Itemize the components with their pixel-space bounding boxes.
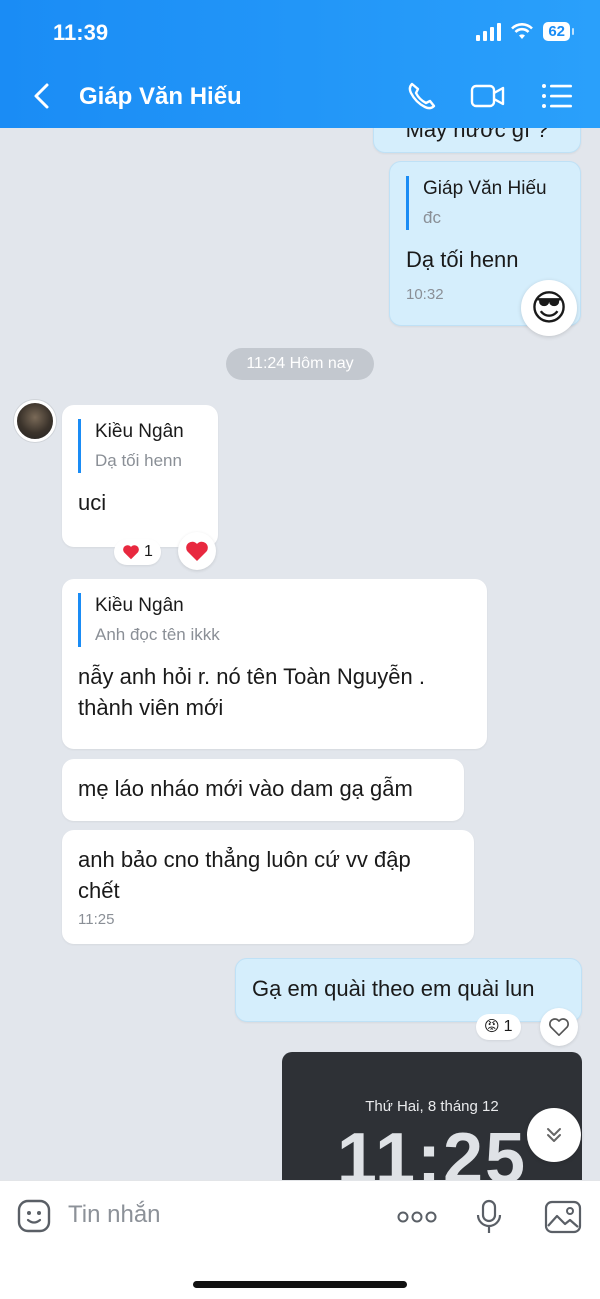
- status-time: 11:39: [53, 20, 109, 45]
- quote-text: Anh đọc tên ikkk: [95, 625, 220, 644]
- message-time: 11:25: [78, 911, 115, 928]
- heart-icon: [186, 541, 208, 561]
- battery-icon: 62: [543, 22, 574, 41]
- video-camera-icon[interactable]: [470, 80, 506, 112]
- list-menu-icon[interactable]: [540, 80, 576, 112]
- quote-text: đc: [423, 208, 441, 227]
- message-text: mẹ láo nháo mới vào dam gạ gẫm: [78, 776, 413, 801]
- reply-quote[interactable]: Kiều Ngân Dạ tối henn: [78, 419, 202, 473]
- microphone-icon[interactable]: [470, 1199, 508, 1235]
- date-separator: 11:24 Hôm nay: [226, 348, 374, 380]
- cellular-signal-icon: [476, 22, 502, 41]
- contact-name[interactable]: Giáp Văn Hiếu: [79, 83, 242, 111]
- message-outgoing-partial[interactable]: Mấy nước gì ?: [373, 128, 581, 153]
- message-text: uci: [78, 490, 107, 515]
- reply-quote[interactable]: Kiều Ngân Anh đọc tên ikkk: [78, 593, 471, 647]
- message-text-line: thành viên mới: [78, 695, 224, 720]
- reaction-summary[interactable]: 😡 1: [476, 1014, 521, 1040]
- message-incoming[interactable]: Kiều Ngân Anh đọc tên ikkk nẫy anh hỏi r…: [62, 579, 487, 749]
- phone-icon[interactable]: [404, 80, 440, 112]
- message-text: Dạ tối henn: [406, 247, 519, 272]
- heart-icon: [123, 545, 139, 560]
- quote-text: Dạ tối henn: [95, 451, 182, 470]
- chat-header: 11:39 62 Giáp Văn Hiếu: [0, 0, 600, 128]
- sunglasses-emoji-icon: 😎: [530, 287, 568, 328]
- message-incoming[interactable]: Kiều Ngân Dạ tối henn uci: [62, 405, 218, 547]
- avatar[interactable]: [14, 400, 56, 442]
- react-button[interactable]: [540, 1008, 578, 1046]
- chevron-left-icon[interactable]: [28, 80, 56, 112]
- reaction-badge[interactable]: 😎: [521, 280, 577, 336]
- message-incoming[interactable]: mẹ láo nháo mới vào dam gạ gẫm: [62, 759, 464, 821]
- scroll-to-bottom-button[interactable]: [527, 1108, 581, 1162]
- quote-author: Giáp Văn Hiếu: [423, 178, 547, 199]
- message-composer: Tin nhắn: [0, 1180, 600, 1299]
- react-button[interactable]: [178, 532, 216, 570]
- message-text-line: nẫy anh hỏi r. nó tên Toàn Nguyễn .: [78, 664, 425, 689]
- reply-quote[interactable]: Giáp Văn Hiếu đc: [406, 176, 564, 230]
- message-text: Gạ em quài theo em quài lun: [252, 976, 535, 1001]
- more-dots-icon[interactable]: [396, 1199, 438, 1235]
- status-icons: 62: [476, 22, 574, 41]
- double-chevron-down-icon: [547, 1128, 561, 1142]
- image-icon[interactable]: [544, 1199, 582, 1235]
- wifi-icon: [511, 22, 534, 39]
- message-input[interactable]: Tin nhắn: [68, 1201, 161, 1229]
- reaction-summary[interactable]: 1: [114, 539, 161, 565]
- message-outgoing[interactable]: Gạ em quài theo em quài lun: [235, 958, 582, 1022]
- quote-author: Kiều Ngân: [95, 421, 184, 442]
- message-text-line: anh bảo cno thẳng luôn cứ vv đập: [78, 847, 411, 872]
- message-incoming[interactable]: anh bảo cno thẳng luôn cứ vv đập chết 11…: [62, 830, 474, 944]
- heart-outline-icon: [549, 1018, 569, 1036]
- message-text: Mấy nước gì ?: [405, 128, 549, 142]
- sticker-icon[interactable]: [16, 1199, 54, 1235]
- reaction-count: 1: [503, 1018, 513, 1035]
- home-indicator: [193, 1281, 407, 1288]
- quote-author: Kiều Ngân: [95, 595, 184, 616]
- message-text-line: chết: [78, 878, 120, 903]
- angry-emoji-icon: 😡: [484, 1018, 500, 1035]
- message-list[interactable]: Mấy nước gì ? Giáp Văn Hiếu đc Dạ tối he…: [0, 128, 600, 1180]
- reaction-count: 1: [144, 543, 153, 560]
